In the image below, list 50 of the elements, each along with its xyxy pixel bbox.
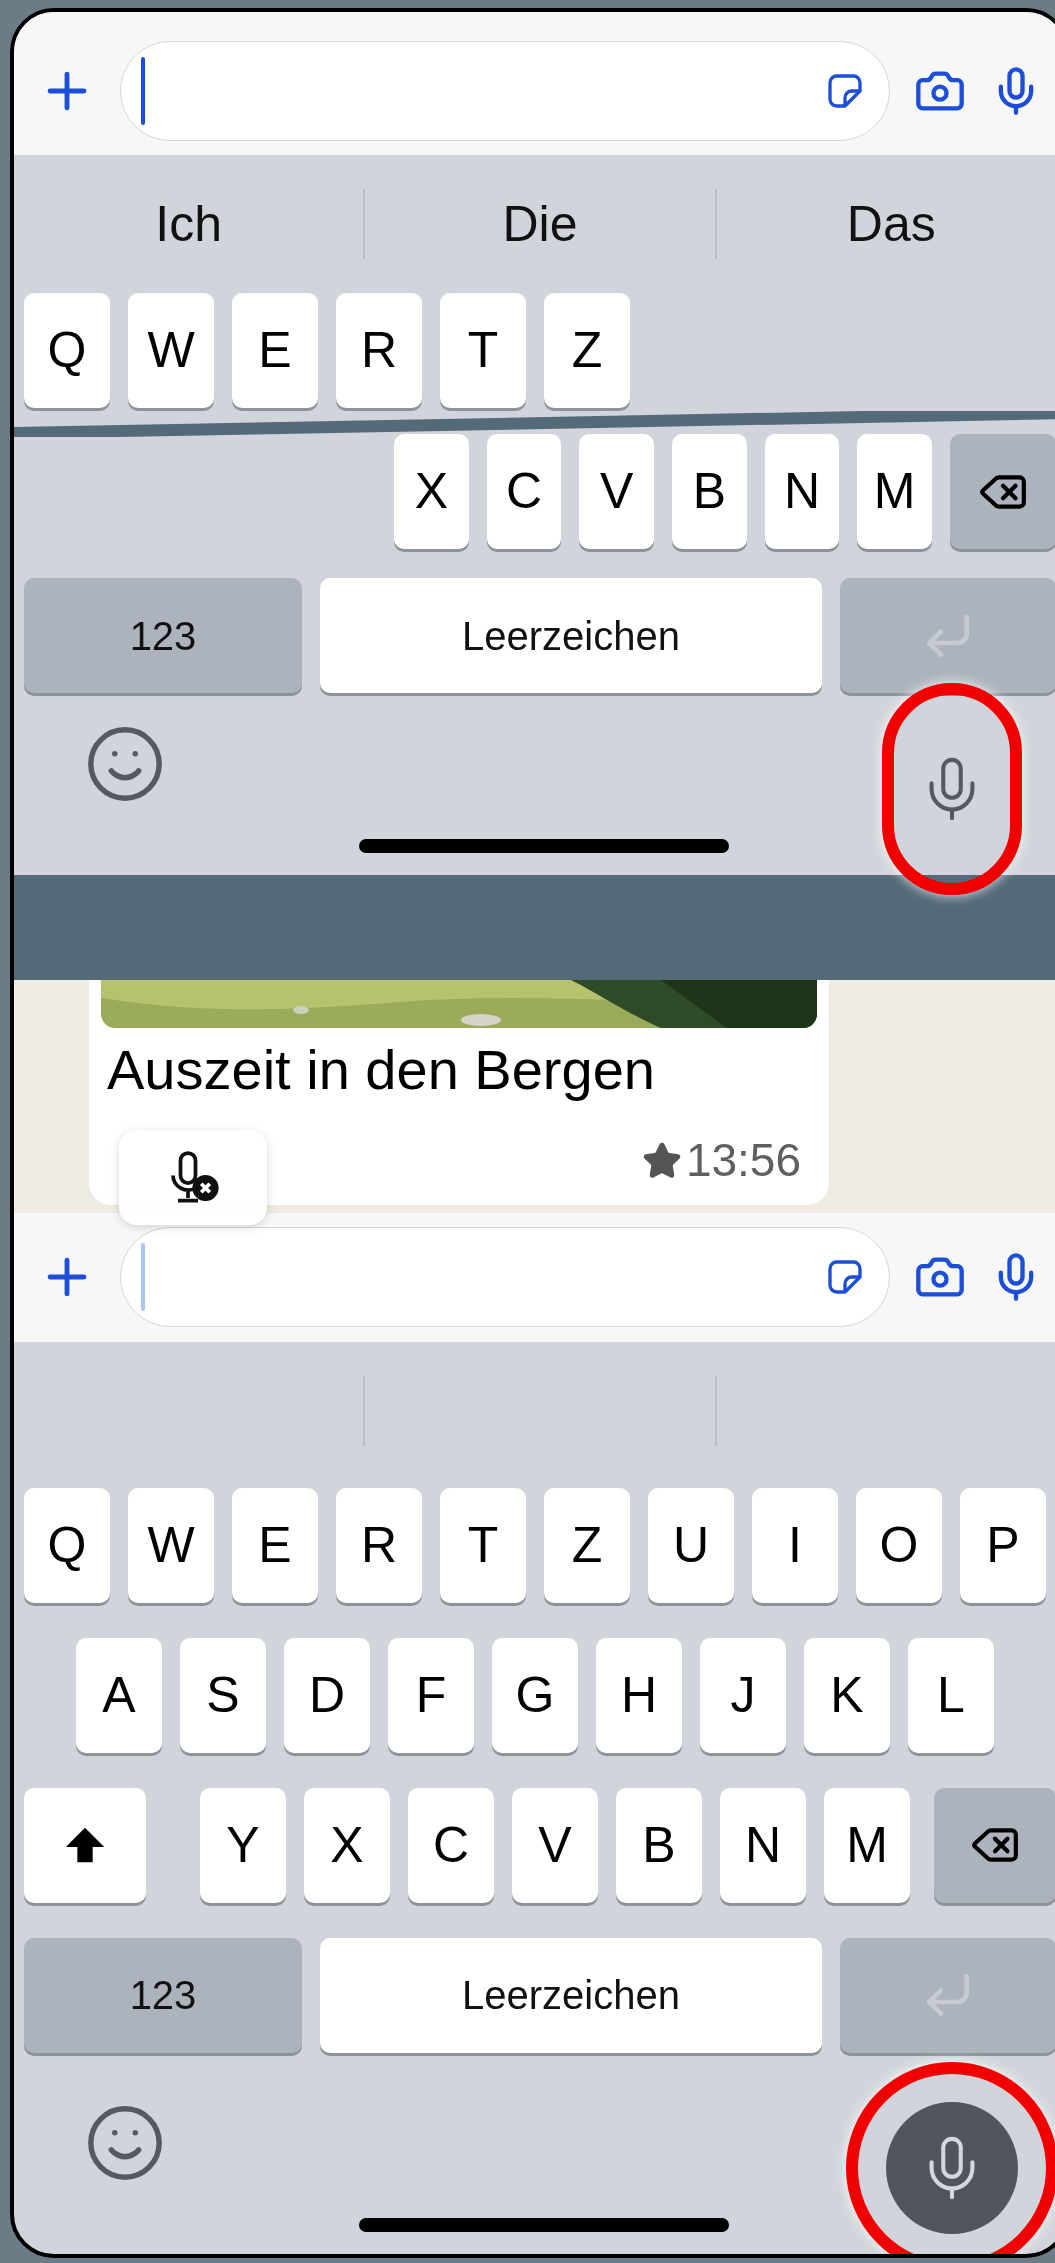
letter-key[interactable]: Q (24, 293, 110, 409)
letter-key[interactable]: P (960, 1487, 1046, 1603)
letter-key[interactable]: N (720, 1787, 806, 1903)
letter-key[interactable]: S (180, 1637, 266, 1753)
letter-key[interactable]: W (128, 1487, 214, 1603)
letter-key[interactable]: B (672, 434, 747, 550)
word-suggestion[interactable]: Das (846, 187, 936, 262)
letter-key[interactable]: T (440, 293, 526, 409)
letter-key[interactable]: Y (200, 1787, 286, 1903)
letter-key[interactable]: C (408, 1787, 494, 1903)
letter-key[interactable]: D (284, 1637, 370, 1753)
word-suggestion[interactable]: Ich (155, 187, 222, 262)
return-key[interactable] (840, 578, 1055, 694)
backspace-key[interactable] (950, 434, 1055, 550)
letter-key[interactable]: N (764, 434, 840, 550)
letter-key[interactable]: W (128, 293, 214, 409)
space-bar[interactable]: Leerzeichen (320, 1937, 822, 2053)
letter-key[interactable]: K (804, 1637, 890, 1753)
letter-key[interactable]: F (388, 1637, 474, 1753)
letter-key[interactable]: T (440, 1487, 526, 1603)
letter-key[interactable]: U (648, 1487, 734, 1603)
letter-key[interactable]: J (700, 1637, 786, 1753)
letter-key[interactable]: O (856, 1487, 942, 1603)
letter-key[interactable]: Z (544, 1487, 630, 1603)
backspace-key[interactable] (934, 1787, 1055, 1903)
shift-key[interactable] (24, 1787, 146, 1903)
letter-key[interactable]: G (492, 1637, 578, 1753)
letter-key[interactable]: B (616, 1787, 702, 1903)
letter-key[interactable]: Q (24, 1487, 110, 1603)
letter-key[interactable]: R (336, 293, 422, 409)
letter-key[interactable]: M (857, 434, 933, 550)
letter-key[interactable]: C (486, 434, 562, 550)
letter-key[interactable]: Z (544, 293, 630, 409)
letter-key[interactable]: V (579, 434, 654, 550)
letter-key[interactable]: E (232, 293, 318, 409)
letter-key[interactable]: X (304, 1787, 390, 1903)
letter-key[interactable]: M (824, 1787, 910, 1903)
letter-key[interactable]: H (596, 1637, 682, 1753)
letter-key[interactable]: V (512, 1787, 598, 1903)
letter-key[interactable]: X (394, 434, 469, 550)
word-suggestion[interactable]: Die (502, 187, 578, 262)
message-time: 13:56 (685, 1133, 801, 1188)
space-bar[interactable]: Leerzeichen (320, 578, 822, 694)
letter-key[interactable]: E (232, 1487, 318, 1603)
numbers-key[interactable]: 123 (24, 1937, 302, 2053)
letter-key[interactable]: L (908, 1637, 994, 1753)
letter-key[interactable]: R (336, 1487, 422, 1603)
letter-key[interactable]: A (76, 1637, 162, 1753)
letter-key[interactable]: I (752, 1487, 838, 1603)
numbers-key[interactable]: 123 (24, 578, 302, 694)
